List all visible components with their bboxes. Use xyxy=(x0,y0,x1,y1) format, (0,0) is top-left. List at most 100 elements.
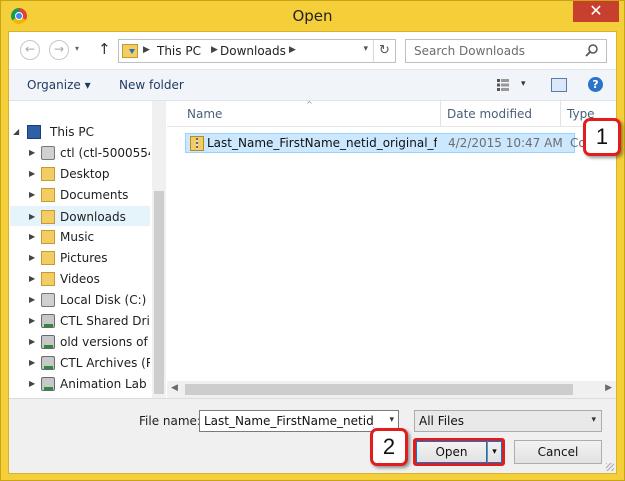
breadcrumb-separator[interactable]: ▶ xyxy=(289,45,296,55)
chevron-down-icon[interactable]: ▾ xyxy=(591,415,596,425)
tree-item-this-pc[interactable]: ◢ This PC xyxy=(10,122,150,142)
open-button[interactable]: Open xyxy=(416,441,487,463)
tree-item-label: CTL Archives (R:) xyxy=(60,356,150,370)
search-icon[interactable] xyxy=(584,43,600,59)
tree-item-label: old versions of fil xyxy=(60,335,150,349)
view-dropdown[interactable]: ▾ xyxy=(521,79,526,89)
command-toolbar: Organize ▾ New folder ▾ ? xyxy=(9,69,616,101)
up-button[interactable]: ↑ xyxy=(98,40,111,58)
expand-glyph[interactable]: ▶ xyxy=(29,185,35,205)
expand-glyph[interactable]: ▶ xyxy=(29,374,35,394)
tree-item-desktop[interactable]: ▶ Desktop xyxy=(10,164,150,184)
tree-item-music[interactable]: ▶ Music xyxy=(10,227,150,247)
tree-item-documents[interactable]: ▶ Documents xyxy=(10,185,150,205)
downloads-folder-icon xyxy=(41,210,55,224)
network-drive-icon xyxy=(41,356,55,370)
dialog-footer: File name: Last_Name_FirstName_netid_ori… xyxy=(9,398,616,473)
tree-item-label: Downloads xyxy=(60,210,126,224)
new-folder-button[interactable]: New folder xyxy=(119,78,184,92)
expand-glyph[interactable]: ▶ xyxy=(29,164,35,184)
tree-item-pictures[interactable]: ▶ Pictures xyxy=(10,248,150,268)
expand-glyph[interactable]: ▶ xyxy=(29,248,35,268)
tree-item-label: Videos xyxy=(60,272,100,286)
view-options-icon[interactable] xyxy=(496,78,510,92)
recent-locations-dropdown[interactable]: ▾ xyxy=(75,44,79,53)
expand-glyph[interactable]: ▶ xyxy=(29,207,35,225)
folder-icon xyxy=(41,167,55,181)
dialog-title: Open xyxy=(292,7,333,25)
step-callout-1: 1 xyxy=(583,118,621,156)
file-name-field[interactable]: Last_Name_FirstName_netid_origi ▾ xyxy=(199,410,399,432)
tree-item-label: Documents xyxy=(60,188,129,202)
sort-indicator-icon: ^ xyxy=(306,101,313,109)
cancel-button[interactable]: Cancel xyxy=(514,440,602,464)
file-name-dropdown[interactable]: ▾ xyxy=(389,415,394,425)
address-bar[interactable]: ▶ This PC ▶ Downloads ▶ ▾ ↻ xyxy=(118,39,396,63)
tree-item-label: This PC xyxy=(50,125,94,139)
scrollbar-thumb[interactable] xyxy=(185,384,573,395)
tree-item-label: Music xyxy=(60,230,95,244)
drive-icon xyxy=(41,293,55,307)
organize-button[interactable]: Organize ▾ xyxy=(27,78,91,92)
column-header-name[interactable]: Name xyxy=(187,107,222,121)
file-name-label: File name: xyxy=(139,414,201,428)
file-type-filter-value: All Files xyxy=(419,414,465,428)
tree-item-ctl-shared-drive[interactable]: ▶ CTL Shared Drive xyxy=(10,311,150,331)
open-dialog-window: Open ✕ ← → ▾ ↑ ▶ This PC ▶ Downloads ▶ ▾… xyxy=(0,0,625,481)
tree-item-videos[interactable]: ▶ Videos xyxy=(10,269,150,289)
forward-button[interactable]: → xyxy=(49,40,69,60)
expand-glyph[interactable]: ▶ xyxy=(29,227,35,247)
column-divider[interactable] xyxy=(440,101,441,127)
tree-item-label: ctl (ctl-5000554) xyxy=(60,146,150,160)
title-bar[interactable]: Open ✕ xyxy=(1,1,624,31)
search-box[interactable]: Search Downloads xyxy=(405,39,607,63)
tree-item-label: Local Disk (C:) xyxy=(60,293,147,307)
tree-item-ctl-archives[interactable]: ▶ CTL Archives (R:) xyxy=(10,353,150,373)
column-divider[interactable] xyxy=(560,101,561,127)
expand-glyph[interactable]: ▶ xyxy=(29,290,35,310)
dialog-body: ← → ▾ ↑ ▶ This PC ▶ Downloads ▶ ▾ ↻ Sear… xyxy=(8,31,617,474)
network-drive-icon xyxy=(41,335,55,349)
breadcrumb-separator[interactable]: ▶ xyxy=(211,45,218,55)
resize-grip[interactable] xyxy=(606,463,614,471)
tree-item-local-disk[interactable]: ▶ Local Disk (C:) xyxy=(10,290,150,310)
expand-glyph[interactable]: ▶ xyxy=(29,143,35,163)
open-options-dropdown[interactable]: ▾ xyxy=(487,441,502,463)
tree-item-label: Animation Lab (S xyxy=(60,377,150,391)
expand-glyph[interactable]: ▶ xyxy=(29,311,35,331)
horizontal-scrollbar[interactable]: ◀ ▶ xyxy=(167,381,616,398)
refresh-button[interactable]: ↻ xyxy=(373,40,395,62)
back-button[interactable]: ← xyxy=(20,40,40,60)
collapse-glyph[interactable]: ◢ xyxy=(13,122,19,142)
expand-glyph[interactable]: ▶ xyxy=(29,353,35,373)
search-input[interactable]: Search Downloads xyxy=(414,44,525,58)
expand-glyph[interactable]: ▶ xyxy=(29,332,35,352)
address-dropdown[interactable]: ▾ xyxy=(363,44,368,54)
breadcrumb-this-pc[interactable]: This PC xyxy=(157,44,201,58)
breadcrumb-separator[interactable]: ▶ xyxy=(143,45,150,55)
file-row-selected[interactable]: Last_Name_FirstName_netid_original_file.… xyxy=(185,133,591,153)
column-header-date-modified[interactable]: Date modified xyxy=(447,107,532,121)
zip-file-icon xyxy=(190,136,204,151)
scroll-right-arrow[interactable]: ▶ xyxy=(605,383,612,393)
music-folder-icon xyxy=(41,230,55,244)
expand-glyph[interactable]: ▶ xyxy=(29,269,35,289)
breadcrumb-downloads[interactable]: Downloads xyxy=(220,44,286,58)
tree-item-downloads[interactable]: ▶ Downloads xyxy=(10,206,150,226)
file-date-cell: 4/2/2015 10:47 AM xyxy=(448,136,563,150)
videos-folder-icon xyxy=(41,272,55,286)
file-list-pane: ^ Name Date modified Type Last_Name_Firs… xyxy=(167,101,616,398)
navigation-scrollbar[interactable] xyxy=(152,101,166,398)
pictures-folder-icon xyxy=(41,251,55,265)
navigation-bar: ← → ▾ ↑ ▶ This PC ▶ Downloads ▶ ▾ ↻ Sear… xyxy=(9,32,616,68)
scrollbar-thumb[interactable] xyxy=(154,191,164,394)
file-type-filter[interactable]: All Files ▾ xyxy=(414,410,602,432)
tree-item-user-drive[interactable]: ▶ ctl (ctl-5000554) xyxy=(10,143,150,163)
help-icon[interactable]: ? xyxy=(588,77,603,92)
tree-item-old-versions[interactable]: ▶ old versions of fil xyxy=(10,332,150,352)
scroll-left-arrow[interactable]: ◀ xyxy=(171,383,178,393)
tree-item-animation-lab[interactable]: ▶ Animation Lab (S xyxy=(10,374,150,394)
close-button[interactable]: ✕ xyxy=(573,1,619,22)
preview-pane-icon[interactable] xyxy=(551,78,567,92)
file-name-value[interactable]: Last_Name_FirstName_netid_origi xyxy=(204,414,374,428)
